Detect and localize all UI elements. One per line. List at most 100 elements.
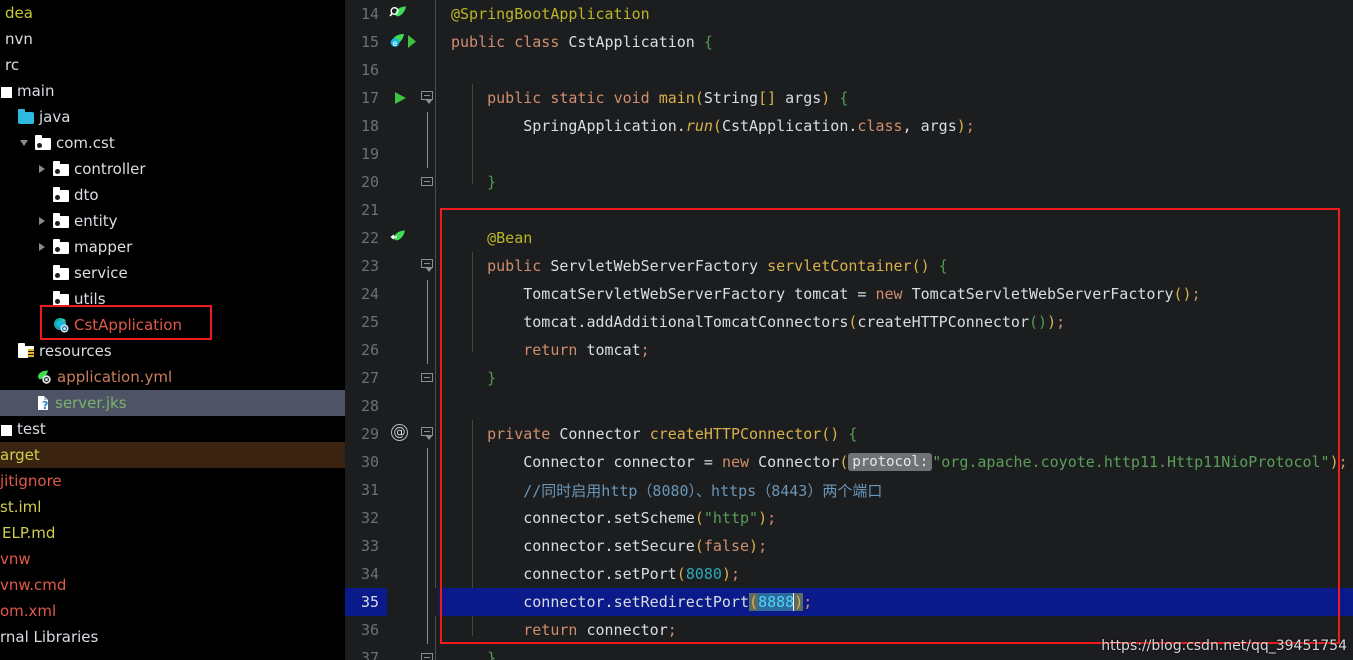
code-line[interactable]: 24 TomcatServletWebServerFactory tomcat … [345,280,1353,308]
fold-area[interactable] [417,336,439,364]
fold-area[interactable] [417,308,439,336]
chevron-down-icon[interactable] [18,136,32,150]
tree-item-mvn[interactable]: nvn [0,26,345,52]
fold-toggle[interactable] [417,84,439,112]
run-arrow-icon[interactable] [395,92,406,104]
fold-end-icon[interactable] [421,177,433,186]
run-method-gutter-icon[interactable] [387,84,417,112]
code-line[interactable]: 31 //同时启用http（8080）、https（8443）两个端口 [345,476,1353,504]
tree-item-main[interactable]: main [0,78,345,104]
gutter-area[interactable] [387,448,417,476]
fold-area[interactable] [417,392,439,420]
code-line[interactable]: 25 tomcat.addAdditionalTomcatConnectors(… [345,308,1353,336]
tree-item-external-libraries[interactable]: rnal Libraries [0,624,345,650]
code-line[interactable]: 30 Connector connector = new Connector(p… [345,448,1353,476]
gutter-area[interactable] [387,364,417,392]
tree-item-cstapplication[interactable]: CstApplication [0,312,345,338]
tree-item-help-md[interactable]: ELP.md [0,520,345,546]
fold-collapse-icon[interactable] [421,259,433,272]
tree-item-resources[interactable]: resources [0,338,345,364]
gutter-area[interactable] [387,252,417,280]
gutter-area[interactable] [387,112,417,140]
code-line[interactable]: 23 public ServletWebServerFactory servle… [345,252,1353,280]
code-line[interactable]: 22 @Bean [345,224,1353,252]
code-line[interactable]: 29 @ private Connector createHTTPConnect… [345,420,1353,448]
fold-toggle[interactable] [417,252,439,280]
gutter-area[interactable] [387,168,417,196]
code-line[interactable]: 26 return tomcat; [345,336,1353,364]
code-line[interactable]: 32 connector.setScheme("http"); [345,504,1353,532]
annotation-gutter-icon[interactable]: @ [387,420,417,448]
gutter-area[interactable] [387,616,417,644]
code-line[interactable]: 16 [345,56,1353,84]
gutter-area[interactable] [387,588,417,616]
gutter-area[interactable] [387,560,417,588]
code-line[interactable]: 34 connector.setPort(8080); [345,560,1353,588]
fold-toggle[interactable] [417,364,439,392]
code-editor[interactable]: 14 @SpringBootApplication 15 e public cl… [345,0,1353,660]
project-tree-panel[interactable]: dea nvn rc main java com.cst controller [0,0,345,660]
tree-item-controller[interactable]: controller [0,156,345,182]
gutter-area[interactable] [387,196,417,224]
fold-end-icon[interactable] [421,373,433,382]
code-line[interactable]: 28 [345,392,1353,420]
gutter-area[interactable] [387,504,417,532]
fold-area[interactable] [417,448,439,476]
gutter-area[interactable] [387,56,417,84]
fold-area[interactable] [417,476,439,504]
at-sign-icon[interactable]: @ [391,424,408,441]
gutter-area[interactable] [387,532,417,560]
tree-item-test[interactable]: test [0,416,345,442]
fold-area[interactable] [417,112,439,140]
code-line[interactable]: 14 @SpringBootApplication [345,0,1353,28]
tree-item-src[interactable]: rc [0,52,345,78]
code-line-current[interactable]: 35 connector.setRedirectPort(8888); [345,588,1353,616]
tree-item-utils[interactable]: utils [0,286,345,312]
fold-area[interactable] [417,280,439,308]
chevron-right-icon[interactable] [36,240,50,254]
code-line[interactable]: 20 } [345,168,1353,196]
gutter-area[interactable] [387,392,417,420]
fold-area[interactable] [417,532,439,560]
gutter-area[interactable] [387,476,417,504]
fold-end-icon[interactable] [421,653,433,660]
code-line[interactable]: 18 SpringApplication.run(CstApplication.… [345,112,1353,140]
fold-area[interactable] [417,140,439,168]
tree-item-iml[interactable]: st.iml [0,494,345,520]
tree-item-mvnw-cmd[interactable]: vnw.cmd [0,572,345,598]
code-line[interactable]: 33 connector.setSecure(false); [345,532,1353,560]
tree-item-server-jks[interactable]: ? server.jks [0,390,345,416]
gutter-area[interactable] [387,308,417,336]
tree-item-pom-xml[interactable]: om.xml [0,598,345,624]
tree-item-mvnw[interactable]: vnw [0,546,345,572]
chevron-right-icon[interactable] [36,162,50,176]
spring-bean-gutter-icon[interactable] [387,224,417,252]
gutter-area[interactable] [387,140,417,168]
chevron-right-icon[interactable] [36,214,50,228]
code-line[interactable]: 15 e public class CstApplication { [345,28,1353,56]
tree-item-gitignore[interactable]: jitignore [0,468,345,494]
fold-area[interactable] [417,0,439,28]
fold-collapse-icon[interactable] [421,91,433,104]
fold-collapse-icon[interactable] [421,427,433,440]
fold-area[interactable] [417,56,439,84]
tree-item-idea[interactable]: dea [0,0,345,26]
tree-item-com-cst[interactable]: com.cst [0,130,345,156]
fold-area[interactable] [417,560,439,588]
fold-toggle[interactable] [417,168,439,196]
code-line[interactable]: 27 } [345,364,1353,392]
code-line[interactable]: 19 [345,140,1353,168]
fold-area[interactable] [417,28,439,56]
fold-area[interactable] [417,196,439,224]
tree-item-service[interactable]: service [0,260,345,286]
tree-item-entity[interactable]: entity [0,208,345,234]
tree-item-mapper[interactable]: mapper [0,234,345,260]
tree-item-target[interactable]: arget [0,442,345,468]
code-line[interactable]: 21 [345,196,1353,224]
spring-search-gutter-icon[interactable] [387,0,417,28]
tree-item-java[interactable]: java [0,104,345,130]
fold-toggle[interactable] [417,420,439,448]
fold-toggle[interactable] [417,644,439,660]
spring-bean-run-gutter-icon[interactable]: e [387,28,417,56]
fold-area[interactable] [417,224,439,252]
